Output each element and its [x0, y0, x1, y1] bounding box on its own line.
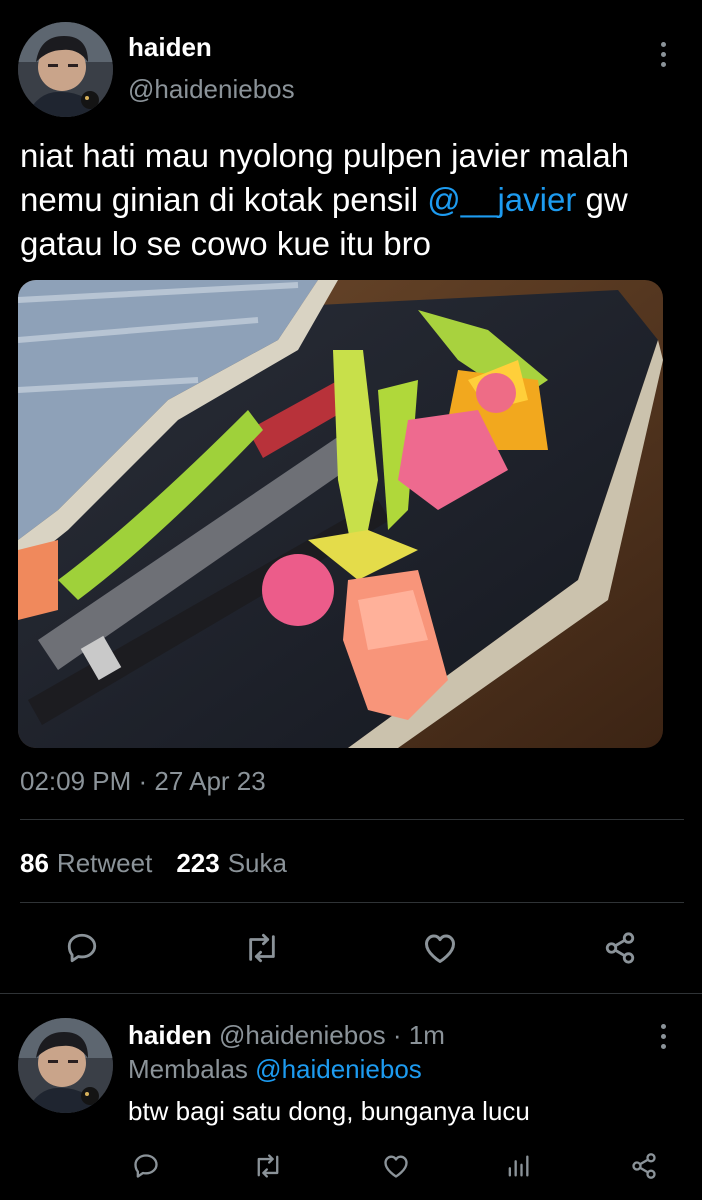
tweet-date: 27 Apr 23 — [154, 766, 266, 796]
likes-count: 223 — [176, 848, 220, 878]
retweets-count: 86 — [20, 848, 49, 878]
comment-icon[interactable] — [62, 928, 102, 968]
divider — [0, 993, 702, 994]
share-icon[interactable] — [624, 1146, 664, 1186]
more-vertical-icon[interactable] — [658, 42, 668, 67]
retweet-icon[interactable] — [242, 928, 282, 968]
likes-stat[interactable]: 223 Suka — [176, 848, 287, 879]
tweet-time: 02:09 PM — [20, 766, 132, 796]
author-avatar[interactable] — [18, 22, 113, 117]
tweet-stats: 86 Retweet 223 Suka — [20, 848, 287, 879]
tweet-photo[interactable] — [18, 280, 663, 748]
divider — [20, 902, 684, 903]
heart-icon[interactable] — [376, 1146, 416, 1186]
author-name[interactable]: haiden — [128, 32, 212, 63]
divider — [20, 819, 684, 820]
heart-icon[interactable] — [420, 928, 460, 968]
retweets-label: Retweet — [56, 848, 153, 878]
timestamp-separator: · — [131, 766, 155, 796]
replying-to-line: Membalas @haideniebos — [128, 1054, 422, 1085]
replying-to-label: Membalas — [128, 1054, 248, 1084]
share-icon[interactable] — [600, 928, 640, 968]
tweet-text: niat hati mau nyolong pulpen javier mala… — [20, 134, 690, 266]
analytics-icon[interactable] — [498, 1146, 538, 1186]
reply-author-name[interactable]: haiden — [128, 1020, 212, 1050]
reply-text: btw bagi satu dong, bunganya lucu — [128, 1096, 530, 1126]
author-handle[interactable]: @haideniebos — [128, 74, 295, 105]
reply-author-avatar[interactable] — [18, 1018, 113, 1113]
reply-author-handle[interactable]: @haideniebos — [219, 1020, 386, 1050]
tweet-timestamp[interactable]: 02:09 PM · 27 Apr 23 — [20, 766, 266, 797]
retweet-icon[interactable] — [248, 1146, 288, 1186]
mention-link[interactable]: @__javier — [427, 181, 576, 218]
likes-label: Suka — [227, 848, 287, 878]
more-vertical-icon[interactable] — [658, 1024, 668, 1049]
reply-header: haiden @haideniebos · 1m — [128, 1020, 445, 1051]
reply-separator: · — [385, 1020, 409, 1050]
replying-to-mention[interactable]: @haideniebos — [255, 1054, 422, 1084]
retweets-stat[interactable]: 86 Retweet — [20, 848, 152, 879]
reply-age: 1m — [408, 1020, 445, 1050]
comment-icon[interactable] — [126, 1146, 166, 1186]
